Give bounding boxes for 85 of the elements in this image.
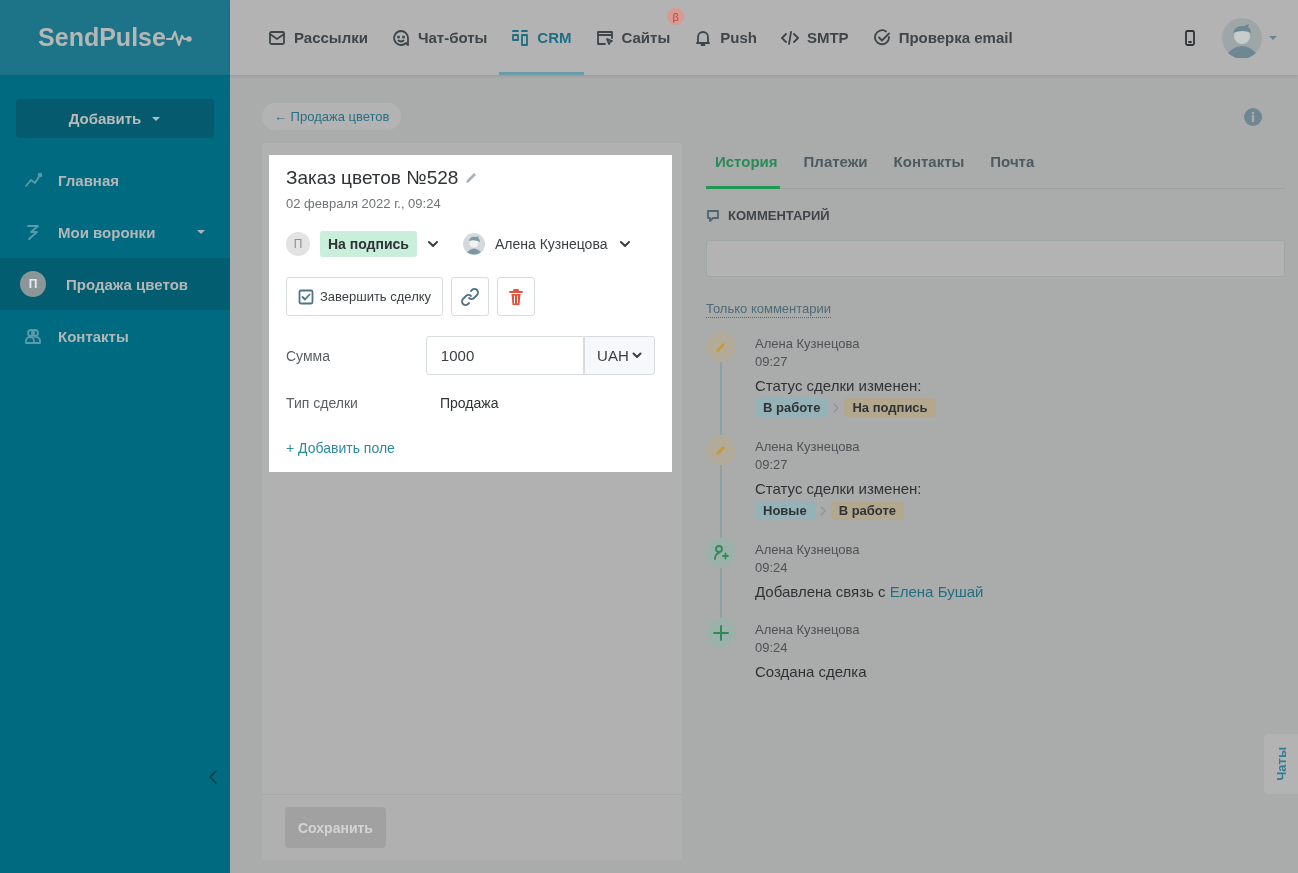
event-author: Алена Кузнецова [755,542,861,557]
trash-icon [509,287,523,306]
chevron-down-icon [619,240,632,248]
avatar-icon [1222,17,1262,58]
check-circle-icon [872,28,891,47]
comment-icon [706,208,720,223]
event-text: Статус сделки изменен: [755,377,923,394]
status-tag: В работе [830,501,905,520]
nav-tab[interactable]: Чат-боты [379,0,500,75]
event-author: Алена Кузнецова [755,622,861,637]
comment-heading: КОММЕНТАРИЙ [728,208,830,223]
chevron-down-icon [426,240,439,248]
info-icon [1243,106,1263,127]
pipeline-avatar: П [286,232,310,256]
pencil-icon [706,435,736,465]
field-value: Продажа [440,394,499,411]
currency-dropdown[interactable]: UAH [583,336,655,375]
status-tag: На подпись [844,398,936,417]
add-button[interactable]: Добавить [16,99,214,138]
pipeline-avatar: П [20,271,46,297]
nav-tab[interactable]: Сайты β [583,0,683,75]
line-chart-icon [24,171,42,189]
caret-icon [1268,34,1278,41]
pencil-icon [464,171,479,185]
plus-icon [706,618,736,648]
code-icon [780,28,799,47]
deal-title: Заказ цветов №528 [286,167,459,189]
event-text: Создана сделка [755,663,867,680]
field-label: Сумма [286,347,331,364]
nav-tab[interactable]: Push [682,0,769,75]
bell-icon [694,28,713,47]
complete-deal-button[interactable]: Завершить сделку [286,277,443,316]
add-field-link[interactable]: + Добавить поле [286,440,395,456]
event-author: Алена Кузнецова [755,336,861,351]
back-link[interactable]: ← Продажа цветов [262,103,402,130]
event-time: 09:24 [755,640,789,655]
phone-icon [1184,29,1196,46]
contact-link[interactable]: Елена Бушай [889,583,984,600]
sidebar-item[interactable]: Мои воронки [0,206,230,258]
chevron-right-icon [818,504,827,517]
avatar-icon [462,233,485,255]
caret-icon [151,115,162,122]
nav-tab[interactable]: SMTP [768,0,861,75]
browser-icon [595,28,614,47]
status-dropdown[interactable]: На подпись [320,231,417,257]
event-time: 09:24 [755,560,789,575]
link-icon [461,287,479,306]
event-text: Статус сделки изменен: [755,480,922,497]
tab[interactable]: Платежи [803,145,870,189]
field-label: Тип сделки [286,394,359,411]
event-time: 09:27 [755,457,789,472]
people-icon [24,327,42,345]
deal-date: 02 февраля 2022 г., 09:24 [286,196,442,211]
lightning-icon [24,223,42,241]
event-text: Добавлена связь с Елена Бушай [755,583,984,600]
owner-dropdown[interactable]: Алена Кузнецова [494,236,608,252]
columns-icon [511,28,530,47]
sidebar-item[interactable]: П Продажа цветов [0,258,230,310]
chevron-down-icon [631,352,642,359]
tab[interactable]: Почта [990,145,1037,189]
sidebar-item[interactable]: Контакты [0,310,230,362]
chat-bubble-icon [391,28,410,47]
comments-only-link[interactable]: Только комментарии [706,301,832,318]
chevron-right-icon [832,401,841,414]
person-plus-icon [706,538,736,568]
nav-tab[interactable]: Проверка email [860,0,1025,75]
checkbox-icon [297,288,314,305]
logo-text: SendPulse [38,23,166,52]
event-time: 09:27 [755,354,789,369]
beta-badge: β [667,8,685,25]
nav-tab[interactable]: Рассылки [256,0,380,75]
pencil-icon [706,332,736,362]
mail-icon [268,28,286,47]
delete-button[interactable] [497,277,535,316]
chevron-left-icon [208,769,218,785]
chats-tab[interactable]: Чаты [1264,734,1298,794]
amount-field[interactable]: 1000 [425,336,584,375]
nav-tab[interactable]: CRM [499,0,584,75]
status-tag: Новые [755,501,815,520]
link-button[interactable] [451,277,489,316]
status-tag: В работе [755,398,829,417]
event-author: Алена Кузнецова [755,439,861,454]
tab[interactable]: Контакты [893,145,967,189]
pulse-logo-icon [165,28,192,47]
sidebar-item[interactable]: Главная [0,154,230,206]
